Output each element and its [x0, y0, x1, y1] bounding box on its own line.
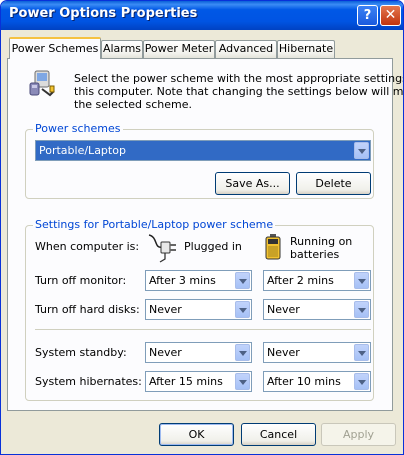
hibernate-battery-dropdown[interactable]: After 10 mins — [263, 371, 371, 392]
power-schemes-group-label: Power schemes — [33, 122, 123, 135]
battery-label-1: Running on — [290, 235, 353, 248]
monitor-battery-value: After 2 mins — [267, 274, 334, 287]
turn-off-monitor-label: Turn off monitor: — [35, 274, 127, 287]
power-scheme-icon — [29, 70, 55, 97]
tab-label: Advanced — [218, 42, 274, 55]
system-hibernates-label: System hibernates: — [35, 375, 142, 388]
when-computer-is-label: When computer is: — [35, 240, 140, 253]
dropdown-arrow-icon[interactable] — [354, 301, 369, 318]
ok-button[interactable]: OK — [159, 423, 234, 446]
save-as-label: Save As... — [225, 177, 280, 190]
hibernate-battery-value: After 10 mins — [267, 375, 341, 388]
monitor-plugged-dropdown[interactable]: After 3 mins — [145, 270, 252, 291]
save-as-button[interactable]: Save As... — [215, 172, 290, 195]
standby-plugged-value: Never — [149, 346, 182, 359]
tab-advanced[interactable]: Advanced — [215, 40, 277, 58]
cancel-button[interactable]: Cancel — [241, 423, 316, 446]
dropdown-arrow-icon[interactable] — [354, 373, 369, 390]
dropdown-arrow-icon[interactable] — [354, 142, 369, 159]
tab-panel: Select the power scheme with the most ap… — [7, 58, 403, 411]
dropdown-arrow-icon[interactable] — [235, 272, 250, 289]
tab-hibernate[interactable]: Hibernate — [277, 40, 335, 58]
ok-label: OK — [188, 428, 205, 441]
tab-alarms[interactable]: Alarms — [101, 40, 143, 58]
dropdown-arrow-icon[interactable] — [235, 373, 250, 390]
hard-disks-plugged-value: Never — [149, 303, 182, 316]
power-scheme-selected: Portable/Laptop — [39, 144, 126, 157]
standby-plugged-dropdown[interactable]: Never — [145, 342, 252, 363]
standby-battery-value: Never — [267, 346, 300, 359]
help-button[interactable]: ? — [357, 5, 378, 26]
title-bar[interactable]: Power Options Properties ? ✕ — [1, 1, 403, 30]
help-icon: ? — [363, 8, 372, 23]
close-button[interactable]: ✕ — [380, 5, 401, 26]
hard-disks-battery-dropdown[interactable]: Never — [263, 299, 371, 320]
intro-line-3: the selected scheme. — [74, 98, 192, 111]
battery-label-2: batteries — [290, 248, 340, 261]
tab-label: Power Meter — [144, 42, 214, 55]
cancel-label: Cancel — [259, 428, 298, 441]
dropdown-arrow-icon[interactable] — [354, 344, 369, 361]
tab-label: Hibernate — [278, 42, 334, 55]
hibernate-plugged-value: After 15 mins — [149, 375, 223, 388]
power-scheme-dropdown[interactable]: Portable/Laptop — [35, 140, 371, 161]
battery-icon — [265, 234, 281, 260]
plug-icon — [148, 234, 176, 263]
tab-label: Power Schemes — [11, 42, 99, 55]
tab-power-schemes[interactable]: Power Schemes — [9, 37, 101, 59]
turn-off-hard-disks-label: Turn off hard disks: — [35, 303, 140, 316]
intro-line-1: Select the power scheme with the most ap… — [74, 72, 404, 85]
monitor-plugged-value: After 3 mins — [149, 274, 216, 287]
tab-power-meter[interactable]: Power Meter — [143, 40, 215, 58]
dropdown-arrow-icon[interactable] — [354, 272, 369, 289]
hard-disks-plugged-dropdown[interactable]: Never — [145, 299, 252, 320]
delete-button[interactable]: Delete — [296, 172, 371, 195]
monitor-battery-dropdown[interactable]: After 2 mins — [263, 270, 371, 291]
system-standby-label: System standby: — [35, 346, 127, 359]
delete-label: Delete — [315, 177, 352, 190]
settings-group-label: Settings for Portable/Laptop power schem… — [33, 218, 276, 231]
settings-divider — [35, 329, 371, 330]
apply-label: Apply — [342, 428, 375, 441]
power-options-window: Power Options Properties ? ✕ Power Schem… — [0, 0, 404, 455]
dropdown-arrow-icon[interactable] — [235, 301, 250, 318]
close-icon: ✕ — [384, 7, 397, 23]
apply-button[interactable]: Apply — [321, 423, 396, 446]
window-title: Power Options Properties — [9, 6, 198, 21]
hibernate-plugged-dropdown[interactable]: After 15 mins — [145, 371, 252, 392]
hard-disks-battery-value: Never — [267, 303, 300, 316]
plugged-in-label: Plugged in — [184, 240, 242, 253]
dropdown-arrow-icon[interactable] — [235, 344, 250, 361]
intro-line-2: this computer. Note that changing the se… — [74, 85, 404, 98]
standby-battery-dropdown[interactable]: Never — [263, 342, 371, 363]
tab-label: Alarms — [102, 42, 142, 55]
